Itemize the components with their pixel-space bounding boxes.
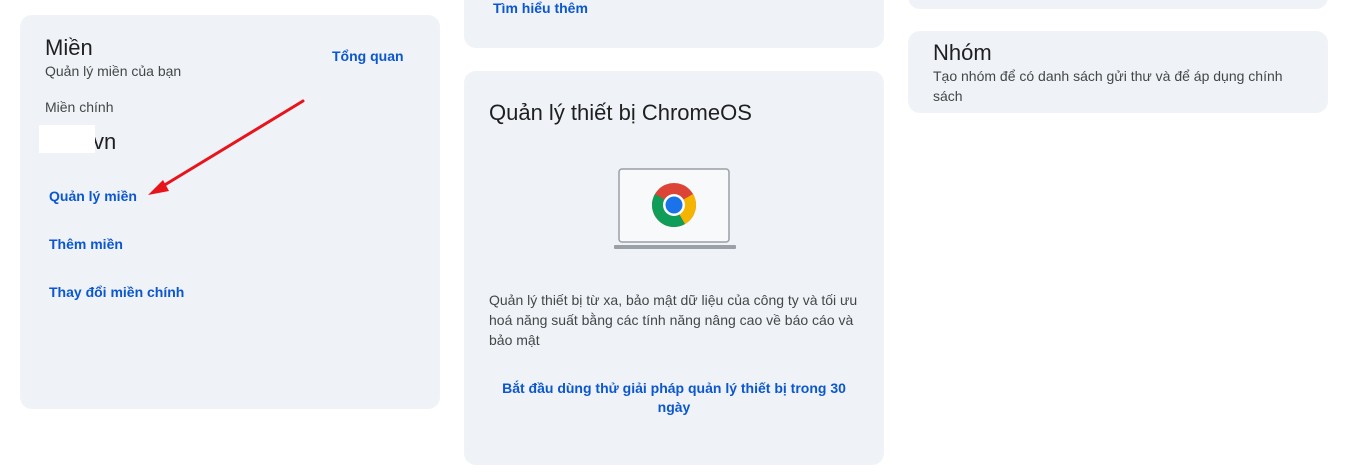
chromeos-description: Quản lý thiết bị từ xa, bảo mật dữ liệu …: [489, 292, 858, 348]
groups-title: Nhóm: [933, 40, 992, 65]
change-primary-domain-link[interactable]: Thay đổi miền chính: [49, 284, 184, 300]
domains-card: Miền Quản lý miền của bạn Tổng quan Miền…: [20, 15, 440, 409]
add-domain-link[interactable]: Thêm miền: [49, 236, 123, 252]
groups-description: Tạo nhóm để có danh sách gửi thư và để á…: [933, 68, 1283, 104]
domains-subtitle: Quản lý miền của bạn: [45, 63, 182, 79]
groups-card[interactable]: Nhóm Tạo nhóm để có danh sách gửi thư và…: [908, 31, 1328, 113]
primary-domain-value: vn: [93, 129, 117, 154]
learn-more-card: Tìm hiểu thêm: [464, 0, 884, 48]
learn-more-link[interactable]: Tìm hiểu thêm: [493, 0, 588, 16]
chrome-laptop-icon: [614, 168, 736, 249]
domains-title: Miền: [45, 35, 93, 60]
chromeos-title: Quản lý thiết bị ChromeOS: [489, 100, 752, 125]
redaction-mask: [39, 125, 95, 153]
manage-domains-link[interactable]: Quản lý miền: [49, 188, 137, 204]
primary-domain-label: Miền chính: [45, 99, 114, 115]
chromeos-card: Quản lý thiết bị ChromeOS Quản lý thiết …: [464, 71, 884, 465]
top-right-card: [908, 0, 1328, 9]
overview-link[interactable]: Tổng quan: [332, 48, 404, 64]
start-trial-link[interactable]: Bắt đầu dùng thử giải pháp quản lý thiết…: [494, 379, 854, 417]
